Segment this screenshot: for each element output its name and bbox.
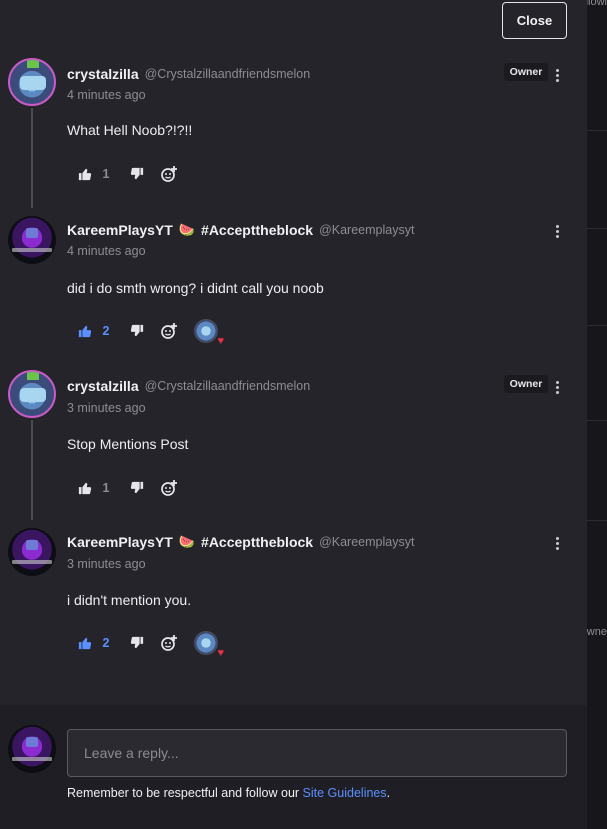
thread-line bbox=[31, 108, 33, 208]
add-reaction-icon[interactable] bbox=[160, 165, 178, 183]
avatar[interactable] bbox=[8, 528, 56, 576]
username[interactable]: KareemPlaysYT bbox=[67, 222, 173, 238]
like-count: 1 bbox=[102, 167, 110, 181]
username[interactable]: crystalzilla bbox=[67, 66, 139, 82]
comment-body: did i do smth wrong? i didnt call you no… bbox=[67, 280, 324, 296]
thumbs-down-icon[interactable] bbox=[128, 165, 146, 183]
add-reaction-icon[interactable] bbox=[160, 322, 178, 340]
avatar[interactable] bbox=[8, 370, 56, 418]
guidelines-text: Remember to be respectful and follow our bbox=[67, 786, 303, 800]
add-reaction-icon[interactable] bbox=[160, 479, 178, 497]
add-reaction-icon[interactable] bbox=[160, 634, 178, 652]
comment-body: What Hell Noob?!?!! bbox=[67, 122, 193, 138]
thumbs-down-icon[interactable] bbox=[128, 322, 146, 340]
user-handle: @Kareemplaysyt bbox=[319, 223, 415, 237]
heart-icon: ♥ bbox=[217, 647, 224, 659]
avatar[interactable] bbox=[8, 58, 56, 106]
watermelon-emoji: 🍉 bbox=[178, 222, 196, 237]
user-handle: @Crystalzillaandfriendsmelon bbox=[144, 67, 311, 81]
username[interactable]: KareemPlaysYT bbox=[67, 534, 173, 550]
user-tag: #Accepttheblock bbox=[201, 222, 314, 238]
more-vertical-icon[interactable] bbox=[550, 222, 564, 240]
thumbs-up-icon[interactable] bbox=[76, 165, 94, 183]
backdrop-side bbox=[587, 0, 607, 829]
like-count: 2 bbox=[102, 636, 110, 650]
comment-actions: 1 bbox=[76, 476, 178, 500]
owner-badge: Owner bbox=[504, 63, 548, 81]
thumbs-up-icon[interactable] bbox=[76, 634, 94, 652]
timestamp: 4 minutes ago bbox=[67, 244, 146, 258]
watermelon-emoji: 🍉 bbox=[178, 534, 196, 549]
user-handle: @Kareemplaysyt bbox=[319, 535, 415, 549]
avatar[interactable] bbox=[8, 216, 56, 264]
thumbs-down-icon[interactable] bbox=[128, 479, 146, 497]
like-count: 2 bbox=[102, 324, 110, 338]
current-user-avatar bbox=[8, 725, 56, 773]
comment-body: Stop Mentions Post bbox=[67, 436, 189, 452]
reaction-avatar[interactable]: ♥ bbox=[194, 319, 224, 347]
more-vertical-icon[interactable] bbox=[550, 534, 564, 552]
comment-actions: 2 ♥ bbox=[76, 631, 224, 659]
thumbs-up-icon[interactable] bbox=[76, 479, 94, 497]
close-button[interactable]: Close bbox=[502, 2, 567, 39]
guidelines-suffix: . bbox=[386, 786, 391, 800]
reply-input[interactable] bbox=[67, 729, 567, 777]
user-tag: #Accepttheblock bbox=[201, 534, 314, 550]
like-count: 1 bbox=[102, 481, 110, 495]
reaction-avatar[interactable]: ♥ bbox=[194, 631, 224, 659]
heart-icon: ♥ bbox=[217, 335, 224, 347]
more-vertical-icon[interactable] bbox=[550, 378, 564, 396]
timestamp: 4 minutes ago bbox=[67, 88, 146, 102]
guidelines-notice: Remember to be respectful and follow our… bbox=[67, 786, 390, 800]
timestamp: 3 minutes ago bbox=[67, 401, 146, 415]
replies-modal: Close crystalzilla @Crystalzillaandfrien… bbox=[0, 0, 587, 829]
comment-actions: 1 bbox=[76, 162, 178, 186]
comment-body: i didn't mention you. bbox=[67, 592, 192, 608]
site-guidelines-link[interactable]: Site Guidelines bbox=[303, 786, 387, 800]
comment-actions: 2 ♥ bbox=[76, 319, 224, 347]
username[interactable]: crystalzilla bbox=[67, 378, 139, 394]
more-vertical-icon[interactable] bbox=[550, 66, 564, 84]
owner-badge: Owner bbox=[504, 375, 548, 393]
thread-line bbox=[31, 420, 33, 520]
thumbs-down-icon[interactable] bbox=[128, 634, 146, 652]
timestamp: 3 minutes ago bbox=[67, 557, 146, 571]
user-handle: @Crystalzillaandfriendsmelon bbox=[144, 379, 311, 393]
thumbs-up-icon[interactable] bbox=[76, 322, 94, 340]
